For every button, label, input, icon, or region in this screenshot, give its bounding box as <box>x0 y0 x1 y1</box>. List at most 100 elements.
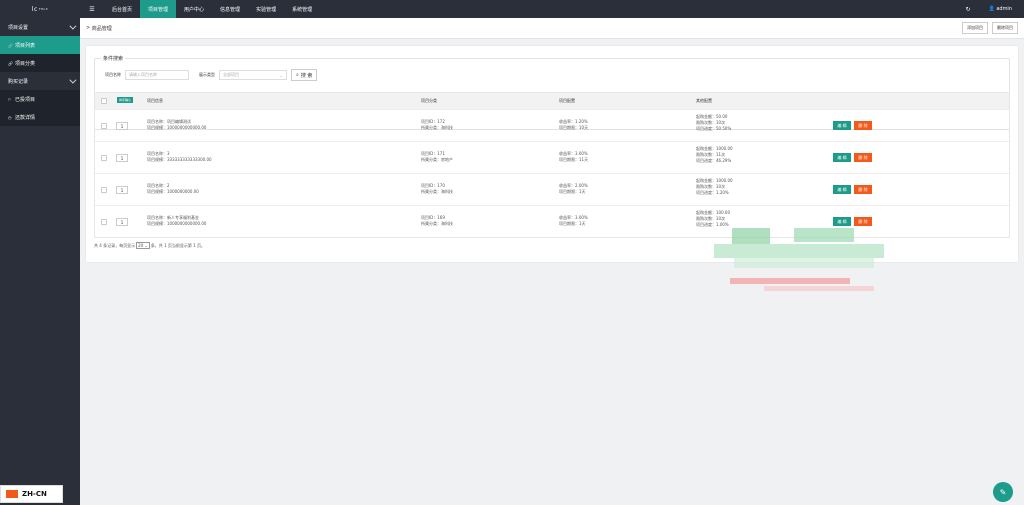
row-checkbox[interactable] <box>101 187 107 193</box>
user-name[interactable]: admin <box>996 6 1012 12</box>
language-switcher[interactable]: ZH-CN <box>0 485 63 503</box>
project-scale: 项目规模：1000000000000.00 <box>147 221 207 226</box>
type-select[interactable]: 全部项目 ⌄ <box>219 70 287 80</box>
header-project-category: 项目分类 <box>421 98 437 103</box>
edit-button[interactable]: 编 辑 <box>833 185 851 194</box>
chevron-down-icon <box>69 22 77 30</box>
header-project-config: 项目配置 <box>559 98 575 103</box>
page-size-select[interactable]: 20 ⌄ <box>136 242 150 249</box>
type-label: 展示类型 <box>199 72 215 77</box>
chevron-down-icon: ⌄ <box>279 72 283 78</box>
sidebar-item-project-category[interactable]: 🔗 项目分类 <box>0 54 80 72</box>
edit-button[interactable]: 编 辑 <box>833 153 851 162</box>
search-legend: 条件搜索 <box>101 55 126 62</box>
nav-system-management[interactable]: 系统管理 <box>284 0 320 18</box>
nav-experiment-management[interactable]: 实验管理 <box>248 0 284 18</box>
link-icon: 🔗 <box>8 42 13 48</box>
sidebar-item-project-list[interactable]: 🔗 项目列表 <box>0 36 80 54</box>
logo: lc TPL3 <box>0 0 80 18</box>
sidebar-group-project-settings[interactable]: 项目设置 <box>0 18 80 36</box>
project-period: 项目期限：10天 <box>559 125 589 130</box>
row-checkbox[interactable] <box>101 219 107 225</box>
breadcrumb: > 商品管理 添加项目 删除项目 <box>80 18 1024 39</box>
link-icon: 🔗 <box>8 60 13 66</box>
name-placeholder: 请输入项目名称 <box>129 72 157 77</box>
language-label: ZH-CN <box>22 490 47 498</box>
project-period: 项目期限：11天 <box>559 157 589 162</box>
table-header: 排序确认 项目信息 项目分类 项目配置 其他配置 <box>95 93 1009 109</box>
table-row: 1 项目名称：3 项目规模：333333333333300.00 项目ID：171 所属… <box>95 141 1009 173</box>
project-scale: 项目规模：333333333333300.00 <box>147 157 212 162</box>
sort-input[interactable]: 1 <box>116 122 128 130</box>
page-size-value: 20 <box>138 243 144 248</box>
project-period: 项目期限：1天 <box>559 221 586 226</box>
logo-sup: TPL3 <box>38 7 49 11</box>
table-row: 1 项目名称：新人专享福利基金 项目规模：1000000000000.00 项目ID：… <box>95 205 1009 237</box>
delete-button[interactable]: 删 除 <box>854 217 872 226</box>
nav-home[interactable]: 后台首页 <box>104 0 140 18</box>
support-icon[interactable]: ✎ <box>993 482 1013 502</box>
sidebar-item-invested[interactable]: ⚐ 已投项目 <box>0 90 80 108</box>
project-scale: 项目规模：1000000000000.00 <box>147 125 207 130</box>
sidebar-group-purchase-records[interactable]: 购买记录 <box>0 72 80 90</box>
project-progress: 项目进度：46.29% <box>696 158 732 163</box>
delete-button[interactable]: 删 除 <box>854 153 872 162</box>
header-other-config: 其他配置 <box>696 98 712 103</box>
chevron-down-icon <box>69 76 77 84</box>
pagination-prefix: 共 4 条记录，每页显示 <box>94 242 136 248</box>
project-category: 所属分类：海科技 <box>421 189 453 194</box>
sort-confirm-button[interactable]: 排序确认 <box>117 97 134 103</box>
edit-button[interactable]: 编 辑 <box>833 217 851 226</box>
header-project-info: 项目信息 <box>147 98 163 103</box>
sort-value: 1 <box>120 124 124 129</box>
type-value: 全部项目 <box>223 72 239 77</box>
project-progress: 项目进度：1.20% <box>696 190 729 195</box>
sort-input[interactable]: 1 <box>116 218 128 226</box>
sort-input[interactable]: 1 <box>116 186 128 194</box>
project-progress: 项目进度：50.50% <box>696 126 732 131</box>
name-label: 项目名称 <box>105 72 121 77</box>
sort-input[interactable]: 1 <box>116 154 128 162</box>
sidebar-item-label: 还款详情 <box>15 114 36 121</box>
project-scale: 项目规模：1000000000.00 <box>147 189 199 194</box>
project-category: 所属分类：房地产 <box>421 157 453 162</box>
nav-project-management[interactable]: 项目管理 <box>140 0 177 18</box>
row-checkbox[interactable] <box>101 155 107 161</box>
project-category: 所属分类：海科技 <box>421 221 453 226</box>
select-all-checkbox[interactable] <box>101 98 107 104</box>
sidebar-group-label: 购买记录 <box>8 78 29 85</box>
main-card: 条件搜索 项目名称 请输入项目名称 展示类型 全部项目 ⌄ ⌕ 搜 索 排序确认 项… <box>86 46 1018 262</box>
search-button[interactable]: ⌕ 搜 索 <box>291 69 318 81</box>
add-project-button[interactable]: 添加项目 <box>962 22 988 34</box>
nav-user-center[interactable]: 用户中心 <box>176 0 212 18</box>
flag-icon <box>6 490 18 498</box>
user-icon: 👤 <box>988 6 995 12</box>
row-checkbox[interactable] <box>101 123 107 129</box>
clock-icon: ◷ <box>8 114 12 120</box>
pagination-suffix: 条，共 1 页当前显示第 1 页。 <box>150 242 205 248</box>
sidebar-item-repayment[interactable]: ◷ 还款详情 <box>0 108 80 126</box>
breadcrumb-label: 商品管理 <box>91 25 112 32</box>
search-icon: ⌕ <box>296 72 299 78</box>
sidebar-item-label: 项目列表 <box>15 42 36 49</box>
sort-value: 1 <box>120 156 124 161</box>
sidebar: lc TPL3 项目设置 🔗 项目列表 🔗 项目分类 购买记录 ⚐ 已投项目 ◷ 还款详情 <box>0 0 80 505</box>
sort-value: 1 <box>120 188 124 193</box>
sidebar-item-label: 已投项目 <box>15 96 36 103</box>
table-row: 1 项目名称：2 项目规模：1000000000.00 项目ID：170 所属分类：海科… <box>95 173 1009 205</box>
sort-value: 1 <box>120 220 124 225</box>
menu-icon[interactable]: ☰ <box>80 6 104 13</box>
delete-project-button[interactable]: 删除项目 <box>992 22 1018 34</box>
sidebar-group-label: 项目设置 <box>8 24 29 31</box>
delete-button[interactable]: 删 除 <box>854 121 872 130</box>
nav-info-management[interactable]: 信息管理 <box>212 0 248 18</box>
delete-button[interactable]: 删 除 <box>854 185 872 194</box>
project-period: 项目期限：1天 <box>559 189 586 194</box>
sidebar-item-label: 项目分类 <box>15 60 36 67</box>
top-bar: ☰ 后台首页 项目管理 用户中心 信息管理 实验管理 系统管理 ↻ 👤 admi… <box>80 0 1024 18</box>
logo-text: lc <box>31 5 38 13</box>
edit-button[interactable]: 编 辑 <box>833 121 851 130</box>
refresh-icon[interactable]: ↻ <box>965 6 970 13</box>
flag-icon: ⚐ <box>8 96 12 102</box>
name-search-input[interactable]: 请输入项目名称 <box>125 70 189 80</box>
